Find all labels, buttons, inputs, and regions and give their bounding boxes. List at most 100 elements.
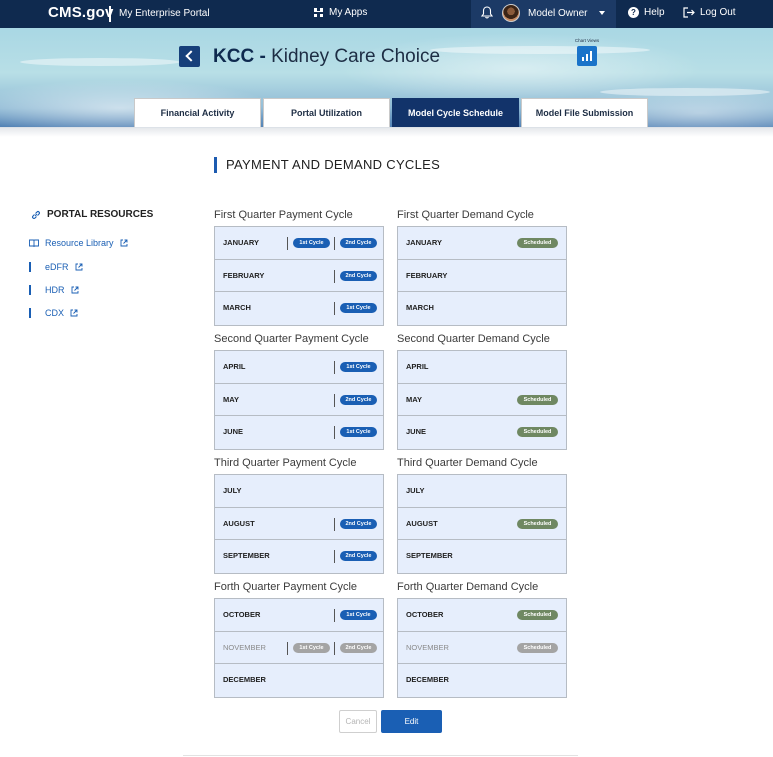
table-row[interactable]: FEBRUARY 2nd Cycle bbox=[215, 260, 383, 293]
badge-divider bbox=[334, 609, 335, 622]
payment-cycle-title: Forth Quarter Payment Cycle bbox=[214, 581, 358, 593]
table-row[interactable]: OCTOBER 1st Cycle bbox=[215, 599, 383, 632]
table-row[interactable]: DECEMBER bbox=[215, 664, 383, 697]
table-row[interactable]: MAY 2nd Cycle bbox=[215, 384, 383, 417]
month-label: JUNE bbox=[406, 427, 427, 437]
table-row[interactable]: DECEMBER bbox=[398, 664, 566, 697]
back-button[interactable] bbox=[179, 46, 200, 67]
table-row[interactable]: MAY Scheduled bbox=[398, 384, 566, 417]
user-name[interactable]: Model Owner bbox=[528, 8, 587, 19]
demand-cycle-table: JANUARY Scheduled FEBRUARY MARCH bbox=[397, 226, 567, 327]
table-row[interactable]: OCTOBER Scheduled bbox=[398, 599, 566, 632]
month-label: APRIL bbox=[406, 362, 429, 371]
footer-divider bbox=[183, 755, 578, 756]
scheduled-badge: Scheduled bbox=[517, 610, 558, 620]
table-row[interactable]: MARCH bbox=[398, 292, 566, 325]
payment-cycle-title: First Quarter Payment Cycle bbox=[214, 209, 353, 221]
my-apps-button[interactable]: My Apps bbox=[314, 7, 367, 18]
table-row[interactable]: SEPTEMBER 2nd Cycle bbox=[215, 540, 383, 573]
table-row[interactable]: JANUARY Scheduled bbox=[398, 227, 566, 260]
month-label: MAY bbox=[406, 394, 422, 404]
payment-cycle-table: JANUARY 2nd Cycle 1st Cycle FEBRUARY 2nd Cyc… bbox=[214, 226, 384, 327]
demand-cycle-title: Second Quarter Demand Cycle bbox=[397, 333, 550, 345]
table-row[interactable]: NOVEMBER Scheduled bbox=[398, 632, 566, 665]
book-icon bbox=[29, 239, 39, 247]
portal-resources-heading: PORTAL RESOURCES bbox=[31, 209, 153, 220]
payment-cycle-title: Third Quarter Payment Cycle bbox=[214, 457, 357, 469]
badge-divider bbox=[334, 361, 335, 374]
chevron-down-icon[interactable] bbox=[599, 11, 605, 15]
table-row[interactable]: AUGUST Scheduled bbox=[398, 508, 566, 541]
cms-logo[interactable]: CMS.gov bbox=[48, 4, 114, 21]
cycle-badge: 1st Cycle bbox=[293, 238, 330, 248]
link-marker bbox=[29, 285, 31, 295]
chart-views-button[interactable] bbox=[577, 46, 597, 66]
scheduled-badge: Scheduled bbox=[517, 238, 558, 248]
month-label: MARCH bbox=[406, 303, 434, 313]
table-row[interactable]: JUNE Scheduled bbox=[398, 416, 566, 449]
brand-divider bbox=[109, 6, 111, 22]
tab-model-file-submission[interactable]: Model File Submission bbox=[521, 98, 648, 127]
avatar[interactable] bbox=[502, 4, 520, 22]
month-label: SEPTEMBER bbox=[223, 551, 270, 561]
banner-wave bbox=[20, 58, 180, 66]
portal-resources-label: PORTAL RESOURCES bbox=[47, 209, 154, 220]
hdr-link[interactable]: HDR bbox=[29, 285, 79, 295]
scheduled-badge: Scheduled bbox=[517, 427, 558, 438]
month-label: DECEMBER bbox=[406, 675, 449, 685]
help-button[interactable]: ? Help bbox=[628, 7, 665, 18]
tab-financial-activity[interactable]: Financial Activity bbox=[134, 98, 261, 127]
chart-views: Chart Views bbox=[566, 38, 608, 66]
link-marker bbox=[29, 308, 31, 318]
logout-button[interactable]: Log Out bbox=[683, 7, 736, 18]
cycle-badge: 1st Cycle bbox=[340, 610, 377, 620]
help-icon: ? bbox=[628, 7, 639, 18]
badge-divider bbox=[334, 641, 335, 655]
portal-name[interactable]: My Enterprise Portal bbox=[119, 8, 210, 19]
demand-cycle-table: JULY AUGUST Scheduled SEPTEMBER bbox=[397, 474, 567, 575]
tab-portal-utilization[interactable]: Portal Utilization bbox=[263, 98, 390, 127]
external-link-icon bbox=[71, 286, 78, 294]
logout-icon bbox=[683, 7, 695, 18]
table-row[interactable]: JULY bbox=[215, 475, 383, 508]
external-link-icon bbox=[75, 263, 82, 271]
table-row[interactable]: JANUARY 2nd Cycle 1st Cycle bbox=[215, 227, 383, 260]
month-label: AUGUST bbox=[223, 518, 255, 528]
demand-cycle-title: Forth Quarter Demand Cycle bbox=[397, 581, 539, 593]
cdx-label: CDX bbox=[45, 308, 65, 318]
cancel-button[interactable]: Cancel bbox=[339, 710, 377, 733]
month-label: SEPTEMBER bbox=[406, 551, 453, 561]
table-row[interactable]: SEPTEMBER bbox=[398, 540, 566, 573]
cycle-badge: 1st Cycle bbox=[340, 303, 377, 314]
bar-chart-icon bbox=[582, 57, 584, 61]
month-label: APRIL bbox=[223, 362, 246, 371]
my-apps-label: My Apps bbox=[329, 7, 368, 18]
table-row[interactable]: JUNE 1st Cycle bbox=[215, 416, 383, 449]
cycle-badge: 2nd Cycle bbox=[340, 270, 377, 281]
resource-library-link[interactable]: Resource Library bbox=[29, 238, 128, 248]
month-label: NOVEMBER bbox=[406, 642, 449, 652]
table-row[interactable]: APRIL bbox=[398, 351, 566, 384]
external-link-icon bbox=[70, 309, 78, 317]
table-row[interactable]: FEBRUARY bbox=[398, 260, 566, 293]
month-label: JUNE bbox=[223, 427, 244, 437]
scheduled-badge: Scheduled bbox=[517, 642, 558, 653]
cycle-badge: 1st Cycle bbox=[340, 362, 377, 372]
table-row[interactable]: JULY bbox=[398, 475, 566, 508]
edit-button[interactable]: Edit bbox=[381, 710, 442, 733]
payment-cycle-title: Second Quarter Payment Cycle bbox=[214, 333, 369, 345]
banner-wave bbox=[430, 46, 650, 54]
table-row[interactable]: APRIL 1st Cycle bbox=[215, 351, 383, 384]
edfr-label: eDFR bbox=[45, 262, 69, 272]
bell-icon[interactable] bbox=[481, 6, 493, 19]
external-link-icon bbox=[120, 239, 127, 247]
edfr-link[interactable]: eDFR bbox=[29, 262, 83, 272]
table-row[interactable]: MARCH 1st Cycle bbox=[215, 292, 383, 325]
banner-wave bbox=[600, 88, 770, 96]
top-nav-bar: CMS.gov My Enterprise Portal My Apps Mod… bbox=[0, 0, 773, 28]
table-row[interactable]: AUGUST 2nd Cycle bbox=[215, 508, 383, 541]
table-row[interactable]: NOVEMBER 2nd Cycle 1st Cycle bbox=[215, 632, 383, 665]
tab-model-cycle-schedule[interactable]: Model Cycle Schedule bbox=[392, 98, 519, 127]
month-label: OCTOBER bbox=[223, 610, 261, 619]
cdx-link[interactable]: CDX bbox=[29, 308, 78, 318]
